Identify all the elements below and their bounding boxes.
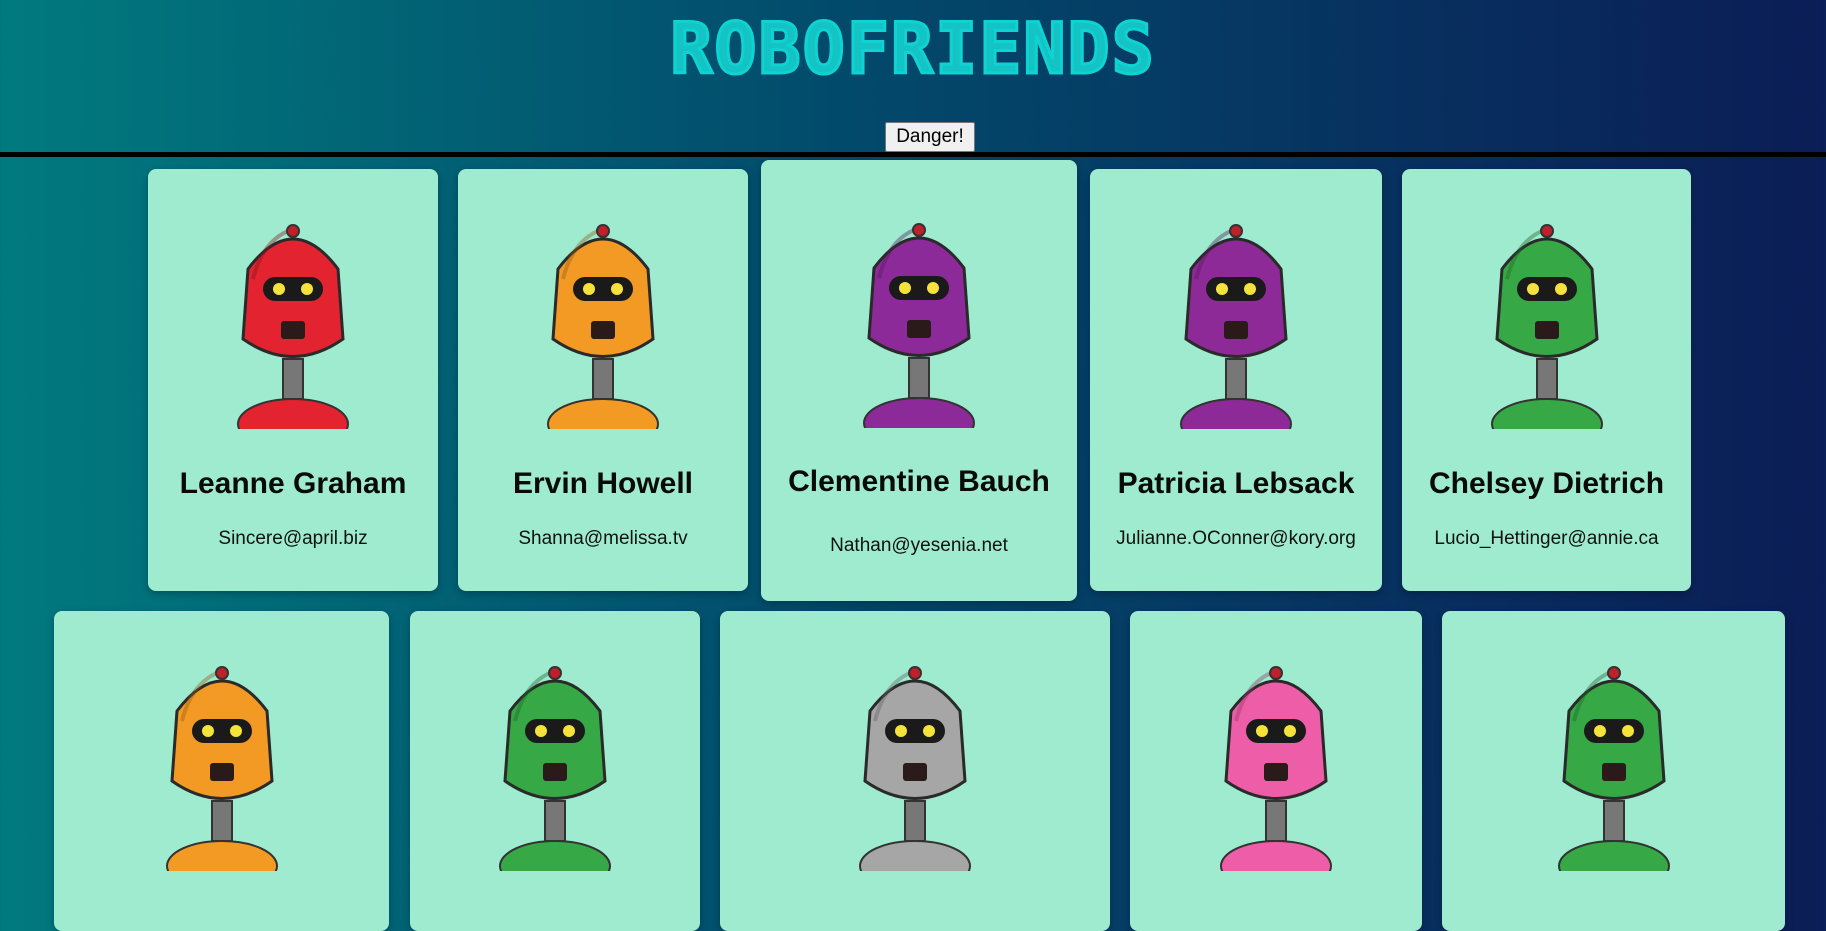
robot-email: Lucio_Hettinger@annie.ca	[1434, 528, 1659, 549]
robot-name: Chelsey Dietrich	[1428, 467, 1665, 500]
robot-name: Patricia Lebsack	[1117, 467, 1355, 500]
robot-card[interactable]: Clementine Bauch Nathan@yesenia.net	[761, 160, 1077, 601]
app-title: ROBOFRIENDS	[669, 7, 1156, 92]
robot-email: Nathan@yesenia.net	[830, 535, 1008, 556]
robot-card[interactable]	[720, 611, 1110, 931]
robot-card[interactable]	[1130, 611, 1422, 931]
robot-email: Sincere@april.biz	[218, 528, 368, 549]
robot-avatar	[503, 209, 703, 450]
robot-card[interactable]: Ervin Howell Shanna@melissa.tv	[458, 169, 748, 591]
header: ROBOFRIENDS Danger!	[0, 0, 1826, 152]
robot-email: Shanna@melissa.tv	[518, 528, 688, 549]
robot-avatar	[819, 208, 1019, 449]
robot-avatar	[193, 209, 393, 450]
robot-card[interactable]: Patricia Lebsack Julianne.OConner@kory.or…	[1090, 169, 1382, 591]
robot-avatar	[815, 651, 1015, 892]
header-divider	[0, 152, 1826, 157]
robot-avatar	[1136, 209, 1336, 450]
robot-card[interactable]	[1442, 611, 1785, 931]
robot-card[interactable]: Chelsey Dietrich Lucio_Hettinger@annie.ca	[1402, 169, 1691, 591]
robot-email: Julianne.OConner@kory.org	[1116, 528, 1356, 549]
robot-avatar	[1176, 651, 1376, 892]
robot-name: Leanne Graham	[179, 467, 407, 500]
robot-avatar	[122, 651, 322, 892]
robot-card[interactable]	[410, 611, 700, 931]
robot-card[interactable]	[54, 611, 389, 931]
robot-avatar	[1447, 209, 1647, 450]
robot-avatar	[455, 651, 655, 892]
robot-name: Ervin Howell	[512, 467, 694, 500]
robot-name: Clementine Bauch	[788, 465, 1050, 498]
robot-avatar	[1514, 651, 1714, 892]
robot-card[interactable]: Leanne Graham Sincere@april.biz	[148, 169, 438, 591]
danger-button[interactable]: Danger!	[885, 122, 975, 152]
